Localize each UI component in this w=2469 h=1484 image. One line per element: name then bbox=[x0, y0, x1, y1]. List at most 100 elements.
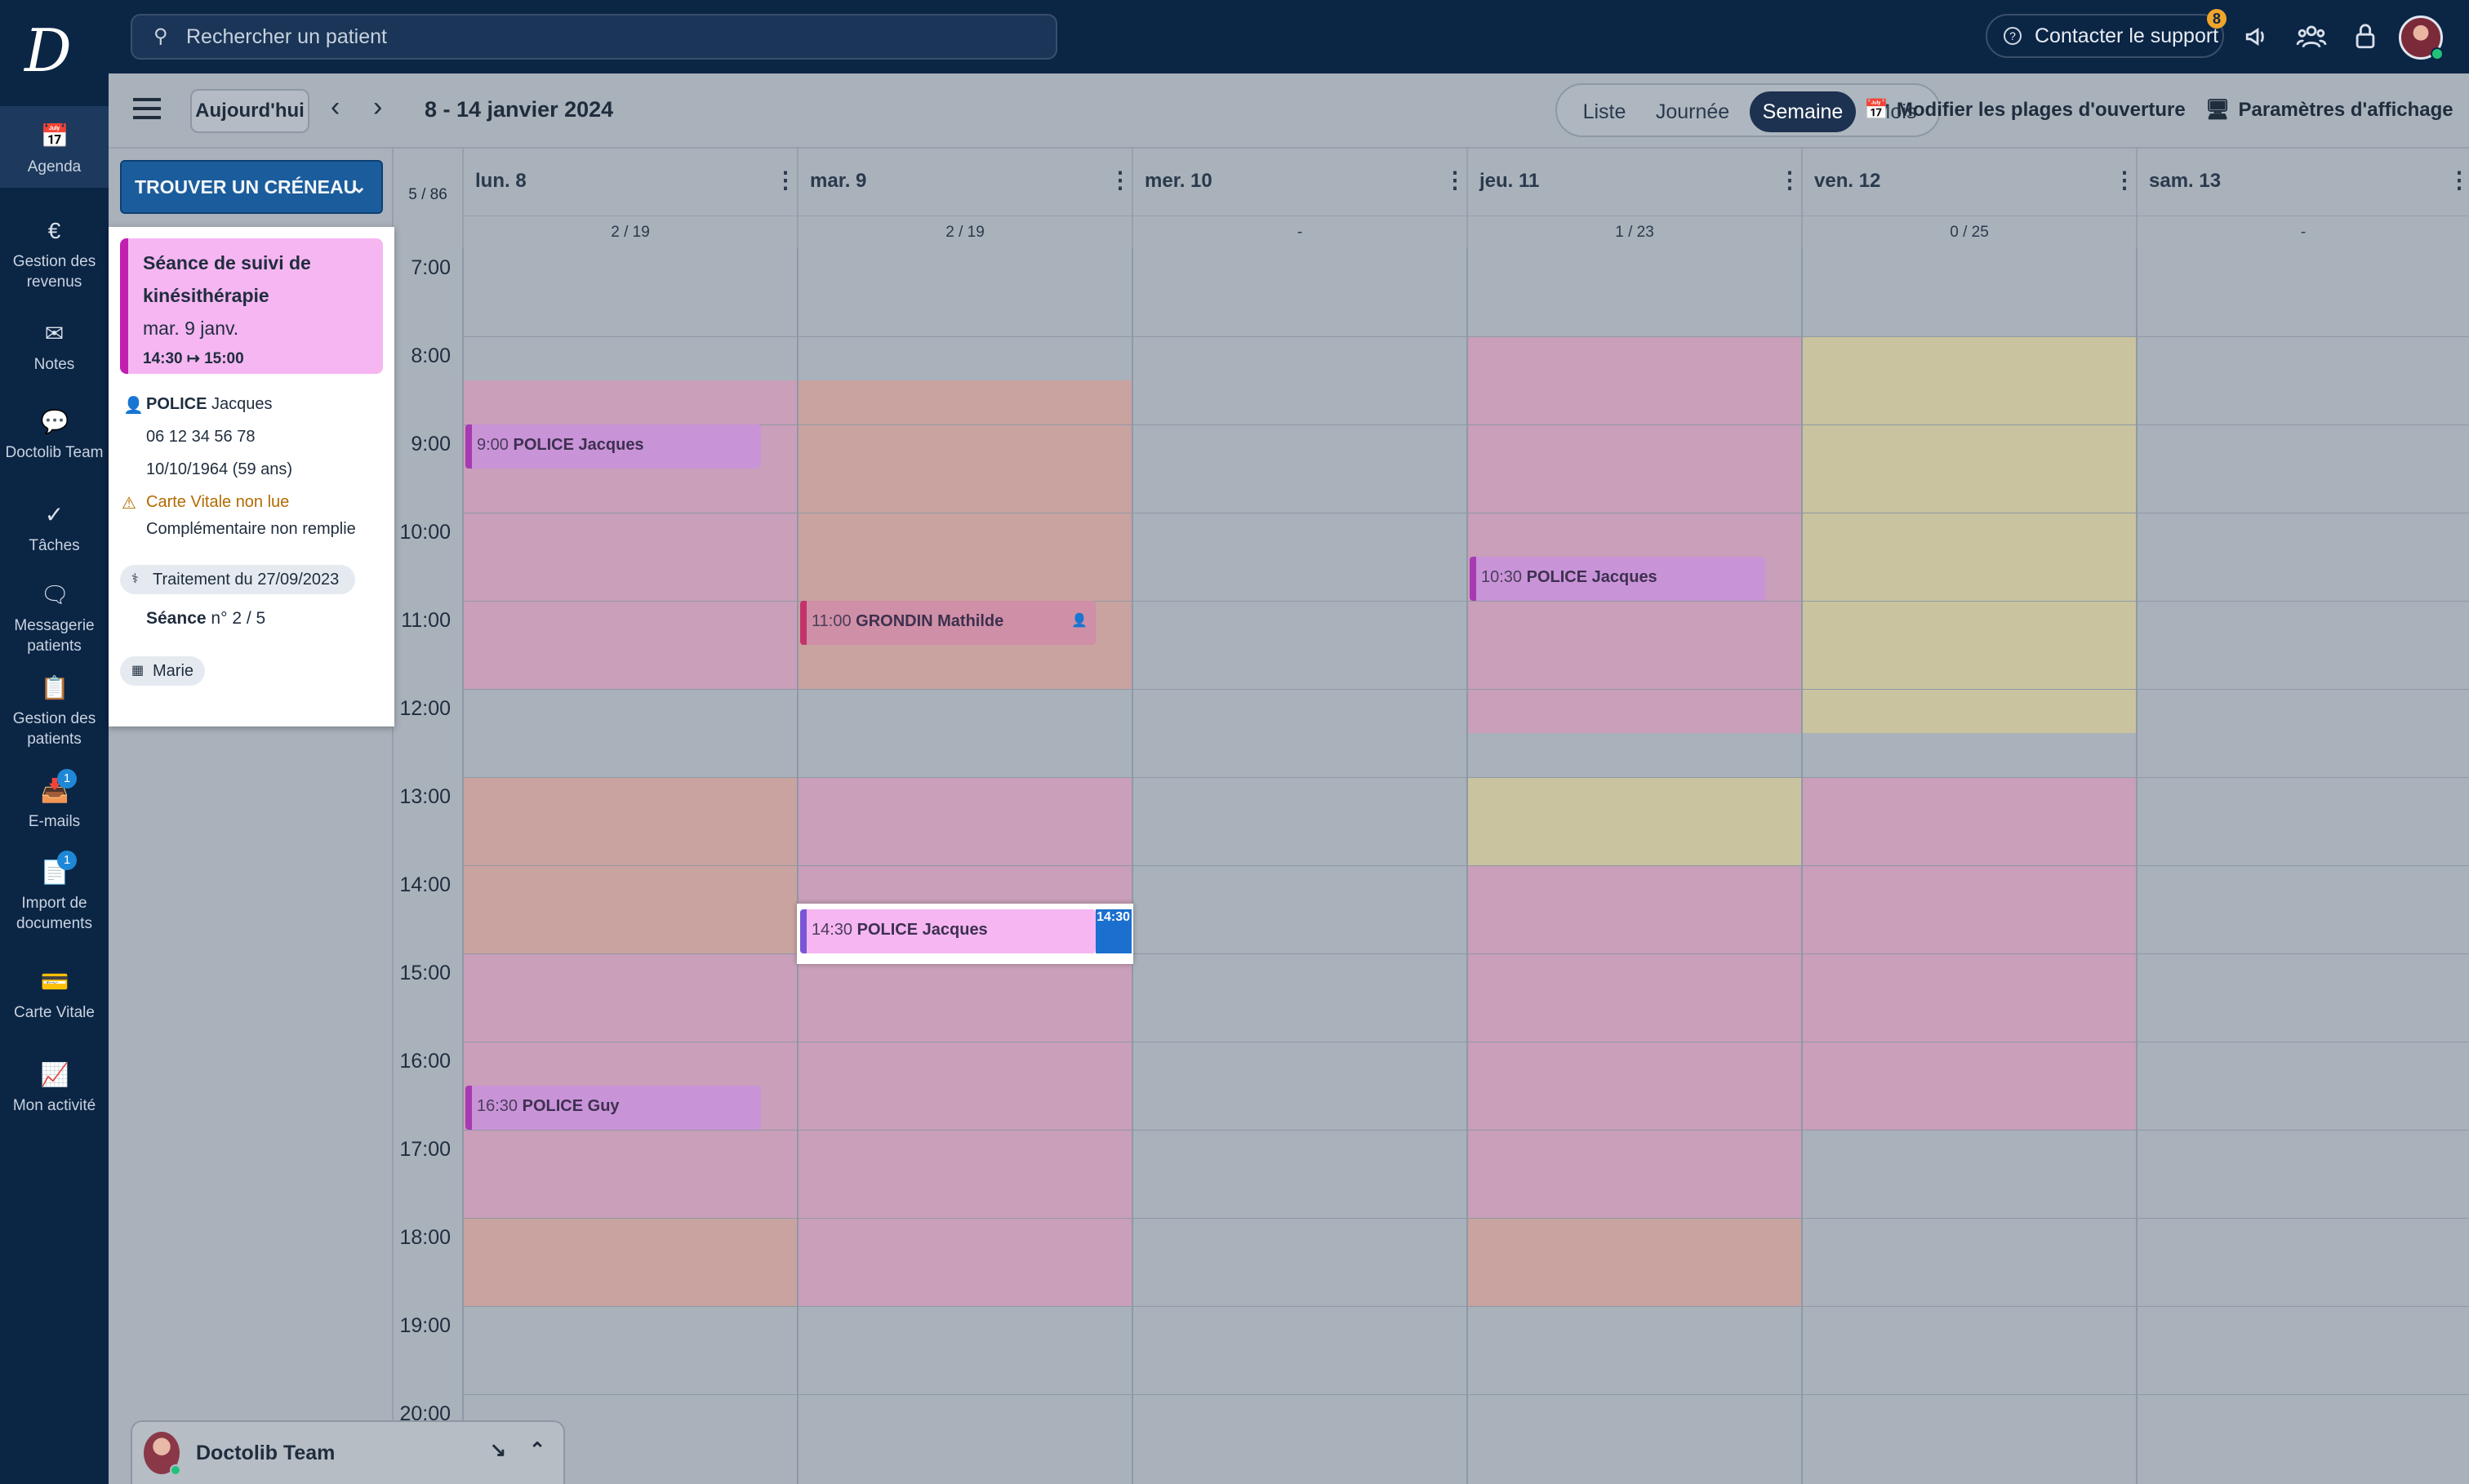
current-time-tag: 14:30 bbox=[1096, 909, 1132, 953]
patient-search-input[interactable]: ⚲ Rechercher un patient bbox=[131, 14, 1057, 60]
day-column-tue[interactable] bbox=[797, 248, 1132, 1484]
edit-opening-hours-button[interactable]: 📅 Modifier les plages d'ouverture bbox=[1864, 98, 2186, 122]
more-options-icon[interactable]: ⋮ bbox=[2113, 167, 2136, 193]
sidebar-item-emails[interactable]: 📥 E-mails 1 bbox=[0, 769, 109, 832]
sidebar-item-label: Doctolib Team bbox=[5, 444, 104, 461]
carte-vitale-warning: Carte Vitale non lue bbox=[146, 493, 290, 511]
patient-phone: 06 12 34 56 78 bbox=[146, 428, 256, 446]
view-day-button[interactable]: Journée bbox=[1647, 91, 1738, 132]
chevron-up-icon[interactable]: ⌃ bbox=[529, 1438, 545, 1462]
week-slot-count: 5 / 86 bbox=[408, 186, 447, 203]
patient-name[interactable]: POLICE Jacques bbox=[146, 395, 273, 414]
patient-last-name: POLICE bbox=[146, 395, 207, 413]
sidebar-item-agenda[interactable]: 📅 Agenda bbox=[0, 106, 109, 188]
team-icon[interactable] bbox=[2291, 16, 2332, 57]
support-badge: 8 bbox=[2207, 9, 2227, 29]
day-column-thu[interactable] bbox=[1466, 248, 1801, 1484]
sidebar-item-patient-messaging[interactable]: 🗨 Messagerie patients bbox=[0, 581, 109, 656]
sidebar-item-activity[interactable]: 📈 Mon activité bbox=[0, 1061, 109, 1116]
contact-support-button[interactable]: ? Contacter le support bbox=[1986, 14, 2224, 58]
day-column-fri[interactable] bbox=[1801, 248, 2136, 1484]
treatment-chip[interactable]: ⚕ Traitement du 27/09/2023 bbox=[120, 565, 355, 594]
sidebar-item-carte-vitale[interactable]: 💳 Carte Vitale bbox=[0, 968, 109, 1023]
more-options-icon[interactable]: ⋮ bbox=[1109, 167, 1132, 193]
display-settings-button[interactable]: 🖥 Paramètres d'affichage bbox=[2205, 98, 2453, 122]
appointment-time: 9:00 bbox=[477, 436, 509, 454]
appointment-block[interactable]: 10:30 POLICE Jacques bbox=[1470, 557, 1765, 601]
find-slot-button[interactable]: TROUVER UN CRÉNEAU ⌄ bbox=[120, 160, 383, 214]
day-column-wed[interactable] bbox=[1132, 248, 1466, 1484]
sidebar-item-label: Carte Vitale bbox=[14, 1004, 95, 1021]
today-button[interactable]: Aujourd'hui bbox=[190, 89, 309, 133]
appointment-details-popup: Séance de suivi de kinésithérapie mar. 9… bbox=[109, 227, 394, 726]
view-list-button[interactable]: Liste bbox=[1567, 91, 1642, 132]
sidebar-item-patient-management[interactable]: 📋 Gestion des patients bbox=[0, 674, 109, 749]
mail-icon: ✉ bbox=[44, 321, 65, 346]
sidebar-item-label: Gestion des patients bbox=[12, 710, 96, 748]
hour-label: 9:00 bbox=[411, 433, 451, 455]
appointment-patient: POLICE Jacques bbox=[1526, 568, 1657, 586]
megaphone-icon[interactable] bbox=[2237, 16, 2278, 57]
chart-icon: 📈 bbox=[40, 1062, 69, 1087]
day-count: 0 / 25 bbox=[1801, 215, 2136, 248]
day-count: 1 / 23 bbox=[1466, 215, 1801, 248]
more-options-icon[interactable]: ⋮ bbox=[774, 167, 797, 193]
minimize-icon[interactable]: ↘ bbox=[490, 1438, 506, 1462]
more-options-icon[interactable]: ⋮ bbox=[1778, 167, 1801, 193]
next-week-icon[interactable]: › bbox=[373, 91, 382, 123]
day-header-tue[interactable]: mar. 9 ⋮ bbox=[797, 149, 1132, 215]
sidebar-item-doctolib-team[interactable]: 💬 Doctolib Team bbox=[0, 408, 109, 463]
main-sidebar: 📅 Agenda € Gestion des revenus ✉ Notes 💬… bbox=[0, 73, 109, 1484]
edit-opening-hours-label: Modifier les plages d'ouverture bbox=[1896, 99, 2186, 121]
day-label: lun. 8 bbox=[475, 170, 527, 192]
previous-week-icon[interactable]: ‹ bbox=[331, 91, 340, 123]
sidebar-item-label: Messagerie patients bbox=[14, 617, 95, 655]
sidebar-item-label: Tâches bbox=[29, 537, 80, 554]
appointment-title-line1: Séance de suivi de bbox=[143, 252, 311, 273]
calendar-small-icon: 📅 bbox=[1864, 99, 1888, 121]
sidebar-item-notes[interactable]: ✉ Notes bbox=[0, 320, 109, 375]
hour-label: 15:00 bbox=[399, 962, 451, 984]
day-header-sat[interactable]: sam. 13 ⋮ bbox=[2136, 149, 2469, 215]
sidebar-item-revenue[interactable]: € Gestion des revenus bbox=[0, 217, 109, 292]
day-header-thu[interactable]: jeu. 11 ⋮ bbox=[1466, 149, 1801, 215]
appointment-block[interactable]: 11:00 GRONDIN Mathilde 👤 bbox=[800, 601, 1096, 645]
sidebar-item-label: Gestion des revenus bbox=[12, 253, 96, 291]
lock-icon[interactable] bbox=[2345, 16, 2386, 57]
day-header-wed[interactable]: mer. 10 ⋮ bbox=[1132, 149, 1466, 215]
hour-label: 17:00 bbox=[399, 1138, 451, 1161]
sidebar-item-tasks[interactable]: ✓ Tâches bbox=[0, 501, 109, 556]
session-number: Séance n° 2 / 5 bbox=[146, 609, 265, 629]
view-week-button[interactable]: Semaine bbox=[1750, 91, 1856, 132]
selected-appointment-block[interactable]: 14:30 POLICE Jacques bbox=[800, 909, 1096, 953]
doctolib-team-widget[interactable]: Doctolib Team ↘ ⌃ bbox=[131, 1420, 565, 1484]
more-options-icon[interactable]: ⋮ bbox=[1444, 167, 1466, 193]
emails-badge: 1 bbox=[57, 769, 77, 789]
user-avatar[interactable] bbox=[2399, 16, 2444, 60]
hour-label: 18:00 bbox=[399, 1226, 451, 1249]
appointment-title-line2: kinésithérapie bbox=[143, 285, 269, 306]
card-icon: 💳 bbox=[40, 969, 69, 994]
hour-label: 11:00 bbox=[401, 609, 451, 632]
day-header-mon[interactable]: lun. 8 ⋮ bbox=[462, 149, 797, 215]
sidebar-item-document-import[interactable]: 📄 Import de documents 1 bbox=[0, 851, 109, 934]
day-count: - bbox=[1132, 215, 1466, 248]
appointment-block[interactable]: 9:00 POLICE Jacques bbox=[465, 424, 761, 469]
day-count: - bbox=[2136, 215, 2469, 248]
calendar-icon: 📅 bbox=[40, 123, 69, 149]
find-slot-label: TROUVER UN CRÉNEAU bbox=[135, 176, 358, 198]
day-column-sat[interactable] bbox=[2136, 248, 2469, 1484]
appointment-summary-card[interactable]: Séance de suivi de kinésithérapie mar. 9… bbox=[120, 238, 383, 374]
euro-icon: € bbox=[47, 218, 61, 243]
day-header-fri[interactable]: ven. 12 ⋮ bbox=[1801, 149, 2136, 215]
appointment-time: 10:30 bbox=[1481, 568, 1523, 586]
agenda-chip[interactable]: ▦ Marie bbox=[120, 656, 205, 686]
hour-label: 12:00 bbox=[399, 697, 451, 720]
more-options-icon[interactable]: ⋮ bbox=[2448, 167, 2469, 193]
menu-icon[interactable] bbox=[133, 98, 161, 122]
day-label: ven. 12 bbox=[1814, 170, 1881, 192]
patient-first-name: Jacques bbox=[211, 395, 273, 413]
help-icon: ? bbox=[2004, 27, 2022, 45]
appointment-block[interactable]: 16:30 POLICE Guy bbox=[465, 1086, 761, 1130]
top-bar: D ⚲ Rechercher un patient ? Contacter le… bbox=[0, 0, 2469, 83]
